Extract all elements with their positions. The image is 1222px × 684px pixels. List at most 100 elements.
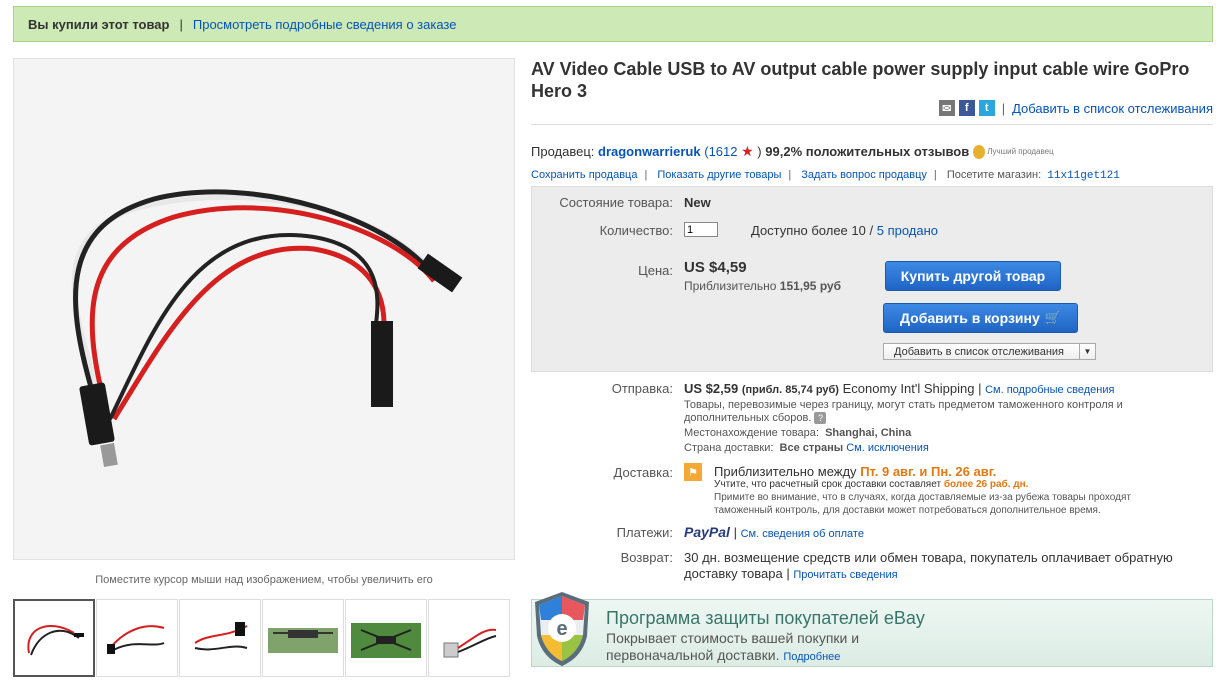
protection-text-block: Покрывает стоимость вашей покупки и перв…: [606, 630, 936, 666]
seller-links: Сохранить продавца | Показать другие това…: [531, 169, 1120, 182]
ask-seller-link[interactable]: Задать вопрос продавцу: [801, 169, 927, 181]
available-count: Доступно более 10: [751, 223, 866, 238]
price-value: US $4,59: [684, 259, 747, 276]
shipping-line: US $2,59 (прибл. 85,74 руб) Economy Int'…: [684, 381, 1115, 396]
thumbnail-1[interactable]: [13, 599, 95, 677]
returns-info: 30 дн. возмещение средств или обмен това…: [684, 550, 1173, 581]
watchlist-dropdown-label: Добавить в список отслеживания: [894, 345, 1065, 358]
share-bar: ✉ f t | Добавить в список отслеживания: [938, 100, 1213, 116]
shipping-details-link[interactable]: См. подробные сведения: [985, 384, 1114, 396]
paypal-logo: PayPal: [684, 524, 730, 540]
delivery-label: Доставка:: [613, 465, 673, 480]
payment-details-link[interactable]: См. сведения об оплате: [741, 528, 864, 540]
seller-name-link[interactable]: dragonwarrieruk: [598, 144, 701, 159]
bought-label: Вы купили этот товар: [28, 16, 170, 32]
protection-title: Программа защиты покупателей eBay: [606, 608, 925, 628]
approx-label: Приблизительно: [684, 279, 777, 293]
ship-to: Страна доставки: Все страны См. исключен…: [684, 442, 929, 454]
banner-separator: |: [179, 16, 183, 32]
condition-label: Состояние товара:: [559, 195, 673, 210]
buyer-protection-panel: Программа защиты покупателей eBay Покрыв…: [531, 599, 1213, 667]
sold-count-link[interactable]: 5 продано: [877, 223, 938, 238]
customs-text: Товары, перевозимые через границу, могут…: [684, 399, 1123, 424]
quantity-label: Количество:: [599, 223, 673, 238]
seller-score-link[interactable]: (1612: [704, 144, 737, 159]
shipping-label: Отправка:: [611, 381, 673, 396]
payment-label: Платежи:: [616, 525, 673, 540]
location-value: Shanghai, China: [825, 427, 912, 439]
approx-value: 151,95 руб: [779, 279, 842, 293]
email-icon[interactable]: ✉: [938, 100, 955, 116]
returns-text: 30 дн. возмещение средств или обмен това…: [684, 550, 1173, 581]
customs-note: Товары, перевозимые через границу, могут…: [684, 399, 1144, 425]
estimate-prefix: Приблизительно между: [714, 464, 857, 479]
payment-line: PayPal | См. сведения об оплате: [684, 524, 864, 540]
svg-text:e: e: [556, 618, 567, 640]
note-days: более 26 раб. дн.: [943, 479, 1029, 490]
order-details-link[interactable]: Просмотреть подробные сведения о заказе: [193, 17, 457, 32]
cable-image: [14, 59, 514, 559]
main-product-image[interactable]: [13, 58, 515, 560]
shield-icon: e: [535, 592, 589, 666]
cable-thumb: [194, 622, 248, 651]
price-approx: Приблизительно 151,95 руб: [684, 279, 841, 293]
drone-thumb: [268, 628, 338, 653]
cart-icon: 🛒: [1044, 310, 1061, 325]
note-prefix: Учтите, что расчетный срок доставки сост…: [714, 479, 942, 490]
availability: Доступно более 10 / 5 продано: [751, 223, 938, 238]
quantity-input[interactable]: [684, 222, 718, 237]
sold-separator: /: [869, 223, 874, 238]
shipping-approx: (прибл. 85,74 руб): [741, 384, 839, 396]
shipping-price: US $2,59: [684, 381, 739, 396]
protection-more-link[interactable]: Подробнее: [783, 651, 840, 663]
facebook-icon[interactable]: f: [958, 100, 975, 116]
chevron-down-icon: ▼: [1079, 344, 1095, 359]
cable-thumb: [107, 625, 165, 654]
delivery-days-note: Учтите, что расчетный срок доставки сост…: [714, 479, 1028, 490]
ship-to-label: Страна доставки:: [684, 442, 774, 454]
save-seller-link[interactable]: Сохранить продавца: [531, 169, 637, 181]
watchlist-dropdown[interactable]: Добавить в список отслеживания ▼: [883, 343, 1096, 360]
delivery-estimate: Приблизительно между Пт. 9 авг. и Пн. 26…: [714, 464, 996, 479]
shipping-method: Economy Int'l Shipping: [842, 381, 975, 396]
delivery-flag-icon: ⚑: [684, 463, 702, 481]
add-to-watchlist-link[interactable]: Добавить в список отслеживания: [1012, 101, 1213, 116]
cable-thumb: [27, 624, 84, 656]
seller-label: Продавец:: [531, 144, 595, 159]
add-to-cart-label: Добавить в корзину: [900, 310, 1040, 326]
top-seller-medal-icon: [973, 144, 986, 159]
thumbnail-6[interactable]: [428, 599, 510, 677]
condition-value: New: [684, 195, 711, 210]
share-separator: |: [1001, 100, 1006, 116]
add-to-cart-button[interactable]: Добавить в корзину 🛒: [883, 303, 1078, 333]
buy-another-button[interactable]: Купить другой товар: [885, 261, 1061, 291]
zoom-hint: Поместите курсор мыши над изображением, …: [95, 574, 433, 586]
seller-info: Продавец: dragonwarrieruk (1612 ★ ) 99,2…: [531, 143, 1054, 160]
drone-thumb: [351, 623, 421, 658]
thumbnail-strip: [13, 599, 511, 677]
store-link[interactable]: 11x11get121: [1047, 170, 1120, 182]
thumbnail-2[interactable]: [96, 599, 178, 677]
estimate-dates: Пт. 9 авг. и Пн. 26 авг.: [860, 464, 997, 479]
store-label: Посетите магазин:: [946, 169, 1042, 181]
purchase-banner: Вы купили этот товар | Просмотреть подро…: [13, 6, 1213, 42]
location-label: Местонахождение товара:: [684, 427, 819, 439]
price-label: Цена:: [638, 263, 673, 278]
thumbnail-4[interactable]: [262, 599, 344, 677]
feedback-percent: 99,2% положительных отзывов: [765, 144, 970, 159]
camera-cable-thumb: [443, 628, 497, 658]
item-title: AV Video Cable USB to AV output cable po…: [531, 59, 1190, 101]
purchase-box: [531, 186, 1213, 372]
returns-link[interactable]: Прочитать сведения: [793, 569, 897, 581]
thumbnail-5[interactable]: [345, 599, 427, 677]
thumbnail-3[interactable]: [179, 599, 261, 677]
delivery-customs-note: Примите во внимание, что в случаях, когд…: [714, 492, 1131, 516]
twitter-icon[interactable]: t: [978, 100, 995, 116]
exceptions-link[interactable]: См. исключения: [846, 442, 929, 454]
score-close: ): [757, 144, 762, 159]
returns-label: Возврат:: [620, 550, 673, 565]
divider: [531, 124, 1213, 125]
ship-to-value: Все страны: [779, 442, 844, 454]
other-items-link[interactable]: Показать другие товары: [657, 169, 781, 181]
help-icon[interactable]: ?: [814, 412, 827, 424]
